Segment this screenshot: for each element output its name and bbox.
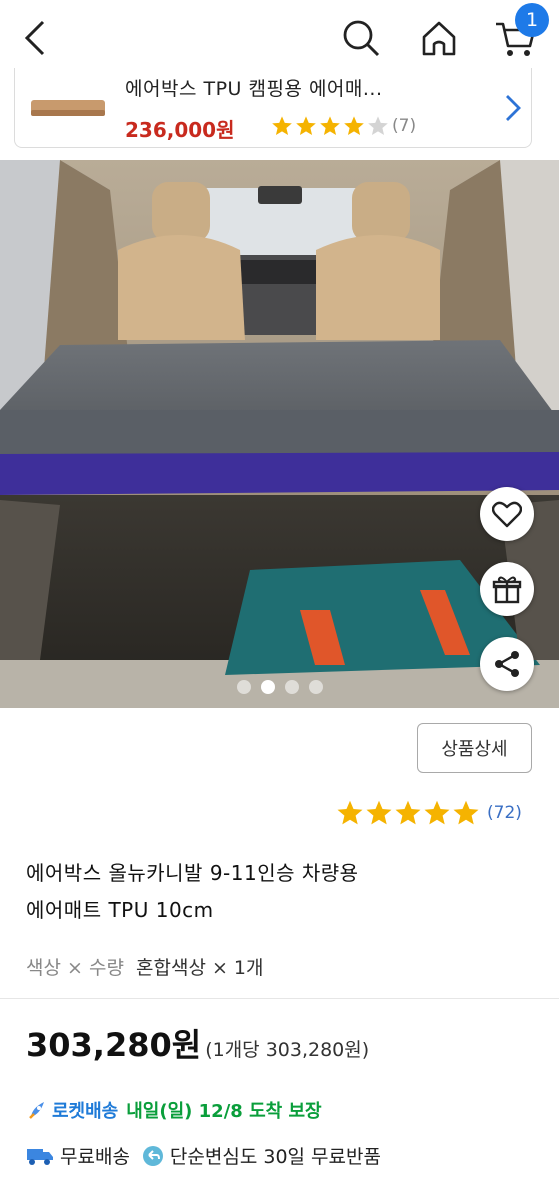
heart-icon (492, 501, 522, 528)
top-navigation-bar: 1 (0, 0, 559, 72)
star-empty-icon (368, 116, 388, 135)
arrival-guarantee: 내일(일) 12/8 도착 보장 (126, 1101, 322, 1122)
star-filled-icon (296, 116, 316, 135)
truck-icon (27, 1148, 53, 1165)
product-review-count[interactable]: (72) (487, 803, 522, 823)
star-filled-icon (320, 116, 340, 135)
recommended-product-thumbnail (29, 96, 109, 120)
cart-count-badge: 1 (515, 3, 549, 37)
recommended-rating-stars (271, 115, 389, 137)
product-title-line-1: 에어박스 올뉴카니발 9-11인승 차량용 (26, 861, 359, 885)
gallery-dot[interactable] (236, 680, 251, 694)
divider (0, 998, 559, 999)
product-title: 에어박스 올뉴카니발 9-11인승 차량용 에어매트 TPU 10cm (26, 855, 536, 929)
rocket-icon (29, 1102, 44, 1119)
recommended-product-card[interactable]: 에어박스 TPU 캠핑용 에어매... 236,000원 (7) (14, 68, 532, 148)
gallery-dot[interactable] (284, 680, 299, 694)
gallery-dot[interactable] (260, 680, 275, 694)
gallery-dot[interactable] (308, 680, 323, 694)
star-filled-icon (424, 800, 450, 825)
rocket-delivery-badge: 로켓배송 (52, 1101, 119, 1122)
search-icon[interactable] (339, 16, 383, 60)
star-filled-icon (272, 116, 292, 135)
product-detail-button[interactable]: 상품상세 (417, 723, 532, 773)
free-shipping: 무료배송 (26, 1142, 130, 1169)
recommended-product-title: 에어박스 TPU 캠핑용 에어매... (125, 78, 383, 100)
selected-option[interactable]: 색상 × 수량 혼합색상 × 1개 (26, 953, 264, 980)
unit-price: (1개당 303,280원) (205, 1039, 370, 1061)
product-photo (0, 160, 559, 708)
chevron-right-icon[interactable] (501, 92, 525, 124)
star-filled-icon (395, 800, 421, 825)
back-icon[interactable] (14, 16, 58, 60)
gift-button[interactable] (480, 562, 534, 616)
product-price: 303,280원 (1개당 303,280원) (26, 1020, 369, 1066)
gallery-pagination (0, 680, 559, 694)
recommended-product-price: 236,000원 (125, 118, 235, 142)
wishlist-heart-button[interactable] (480, 487, 534, 541)
return-icon (142, 1145, 163, 1166)
free-shipping-label: 무료배송 (60, 1146, 130, 1168)
share-icon (495, 651, 519, 677)
free-return-label: 단순변심도 30일 무료반품 (169, 1146, 381, 1168)
free-return: 단순변심도 30일 무료반품 (142, 1142, 381, 1169)
star-filled-icon (366, 800, 392, 825)
star-filled-icon (453, 800, 479, 825)
home-icon[interactable] (417, 16, 461, 60)
star-filled-icon (344, 116, 364, 135)
option-label: 색상 × 수량 (26, 957, 124, 979)
product-image-gallery[interactable] (0, 160, 559, 708)
product-title-line-2: 에어매트 TPU 10cm (26, 898, 214, 922)
gift-icon (492, 576, 522, 604)
shipping-perks: 무료배송 단순변심도 30일 무료반품 (26, 1142, 393, 1169)
option-value: 혼합색상 × 1개 (136, 957, 264, 979)
star-filled-icon (337, 800, 363, 825)
delivery-info: 로켓배송 내일(일) 12/8 도착 보장 (26, 1097, 322, 1123)
recommended-review-count: (7) (392, 116, 417, 136)
price-value: 303,280원 (26, 1026, 202, 1064)
product-rating-stars[interactable] (336, 799, 480, 827)
